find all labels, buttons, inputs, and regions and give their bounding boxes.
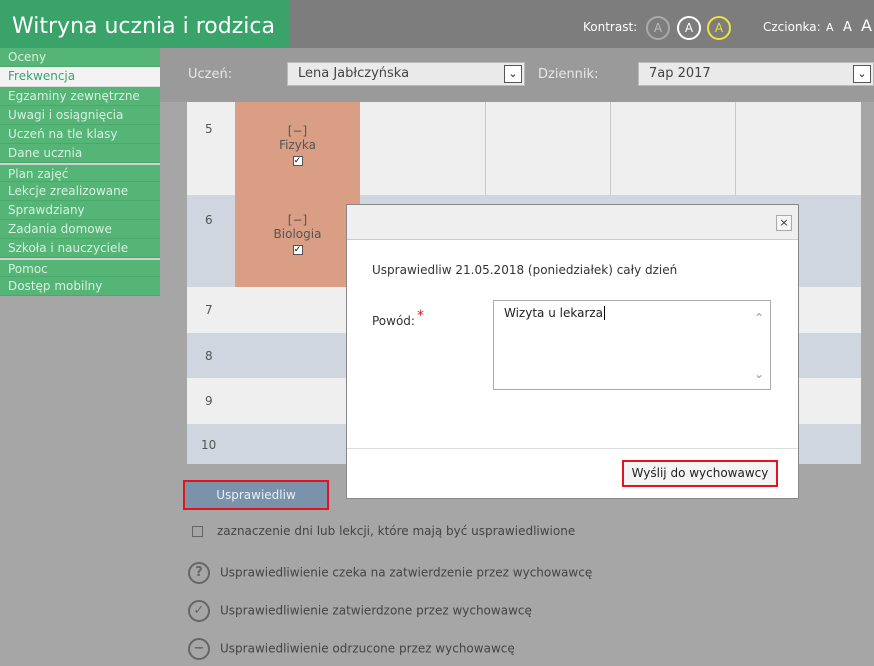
student-select-value: Lena Jabłczyńska — [298, 66, 410, 81]
minus-circle-icon: − — [188, 638, 210, 660]
legend-pending: ? Usprawiedliwienie czeka na zatwierdzeni… — [188, 562, 592, 584]
sidebar-item-lekcje-zrealizowane[interactable]: Lekcje zrealizowane — [0, 182, 160, 201]
journal-label: Dziennik: — [538, 67, 599, 82]
lesson-cell-fizyka[interactable]: [−] Fizyka ✓ — [235, 102, 360, 195]
collapse-toggle[interactable]: [−] — [235, 124, 360, 138]
legend-rejected: − Usprawiedliwienie odrzucone przez wycho… — [188, 638, 515, 660]
excuse-button[interactable]: Usprawiedliw — [183, 480, 329, 510]
close-icon[interactable]: × — [776, 215, 792, 231]
sidebar: Oceny Frekwencja Egzaminy zewnętrzne Uwa… — [0, 48, 160, 296]
app-title: Witryna ucznia i rodzica — [0, 0, 290, 48]
contrast-high-button[interactable]: A — [677, 16, 701, 40]
journal-select[interactable]: 7ap 2017 ⌄ — [638, 62, 874, 86]
chevron-down-icon[interactable]: ⌄ — [504, 65, 522, 83]
required-marker: * — [416, 308, 424, 324]
legend-text: Usprawiedliwienie czeka na zatwierdzenie… — [220, 565, 593, 580]
lesson-number: 7 — [205, 303, 213, 317]
sidebar-item-dane-ucznia[interactable]: Dane ucznia — [0, 144, 160, 163]
sidebar-item-pomoc[interactable]: Pomoc — [0, 258, 160, 277]
reason-label: Powód: * — [372, 308, 424, 329]
filter-bar: Uczeń: Lena Jabłczyńska ⌄ Dziennik: 7ap … — [160, 48, 874, 102]
sidebar-item-plan-zajec[interactable]: Plan zajęć — [0, 163, 160, 182]
sidebar-item-uwagi[interactable]: Uwagi i osiągnięcia — [0, 106, 160, 125]
lesson-number: 6 — [205, 213, 213, 227]
lesson-checkbox[interactable]: ✓ — [292, 245, 303, 255]
send-to-tutor-button[interactable]: Wyślij do wychowawcy — [622, 460, 778, 487]
lesson-number: 10 — [201, 438, 217, 452]
subject-name: Fizyka — [279, 138, 316, 152]
font-large-button[interactable]: A — [861, 16, 872, 35]
font-size-label: Czcionka: — [763, 20, 821, 34]
excuse-dialog: × Usprawiedliw 21.05.2018 (poniedziałek)… — [346, 204, 799, 499]
collapse-toggle[interactable]: [−] — [235, 213, 360, 227]
subject-name: Biologia — [273, 227, 322, 241]
sidebar-item-oceny[interactable]: Oceny — [0, 48, 160, 67]
dialog-header: × — [347, 205, 798, 240]
legend-approved: ✓ Usprawiedliwienie zatwierdzone przez wy… — [188, 600, 532, 622]
lesson-checkbox[interactable]: ✓ — [292, 156, 303, 166]
reason-label-text: Powód: — [372, 314, 415, 328]
legend-select-hint: zaznaczenie dni lub lekcji, które mają b… — [188, 524, 575, 538]
lesson-number: 9 — [205, 394, 213, 408]
student-label: Uczeń: — [188, 67, 233, 82]
kontrast-label: Kontrast: — [583, 20, 638, 34]
header: Witryna ucznia i rodzica Kontrast: A A A… — [0, 0, 874, 48]
reason-value: Wizyta u lekarza — [504, 306, 604, 320]
sidebar-item-egzaminy[interactable]: Egzaminy zewnętrzne — [0, 87, 160, 106]
sidebar-item-zadania-domowe[interactable]: Zadania domowe — [0, 220, 160, 239]
lesson-cell-biologia[interactable]: [−] Biologia ✓ — [235, 195, 360, 287]
chevron-down-icon[interactable]: ⌄ — [853, 65, 871, 83]
scroll-down-icon[interactable]: ⌄ — [754, 367, 764, 381]
journal-select-value: 7ap 2017 — [649, 66, 711, 81]
reason-textarea[interactable]: Wizyta u lekarza ⌃ ⌄ — [493, 300, 771, 390]
sidebar-item-szkola-i-nauczyciele[interactable]: Szkoła i nauczyciele — [0, 239, 160, 258]
font-small-button[interactable]: A — [826, 21, 834, 34]
lesson-number: 8 — [205, 349, 213, 363]
legend-text: Usprawiedliwienie zatwierdzone przez wyc… — [220, 603, 532, 618]
sidebar-item-sprawdziany[interactable]: Sprawdziany — [0, 201, 160, 220]
sidebar-item-uczen-na-tle-klasy[interactable]: Uczeń na tle klasy — [0, 125, 160, 144]
sidebar-item-dostep-mobilny[interactable]: Dostęp mobilny — [0, 277, 160, 296]
scroll-up-icon[interactable]: ⌃ — [754, 311, 764, 325]
student-select[interactable]: Lena Jabłczyńska ⌄ — [287, 62, 525, 86]
check-circle-icon: ✓ — [188, 600, 210, 622]
legend-text: zaznaczenie dni lub lekcji, które mają b… — [217, 524, 576, 538]
checkbox-icon — [192, 526, 203, 537]
sidebar-item-frekwencja[interactable]: Frekwencja — [0, 67, 160, 87]
dialog-message: Usprawiedliw 21.05.2018 (poniedziałek) c… — [372, 263, 678, 277]
legend-text: Usprawiedliwienie odrzucone przez wychow… — [220, 641, 515, 656]
contrast-normal-button[interactable]: A — [646, 16, 670, 40]
lesson-number: 5 — [205, 122, 213, 136]
font-medium-button[interactable]: A — [843, 20, 852, 35]
divider — [347, 448, 798, 449]
contrast-yellow-button[interactable]: A — [707, 16, 731, 40]
question-circle-icon: ? — [188, 562, 210, 584]
